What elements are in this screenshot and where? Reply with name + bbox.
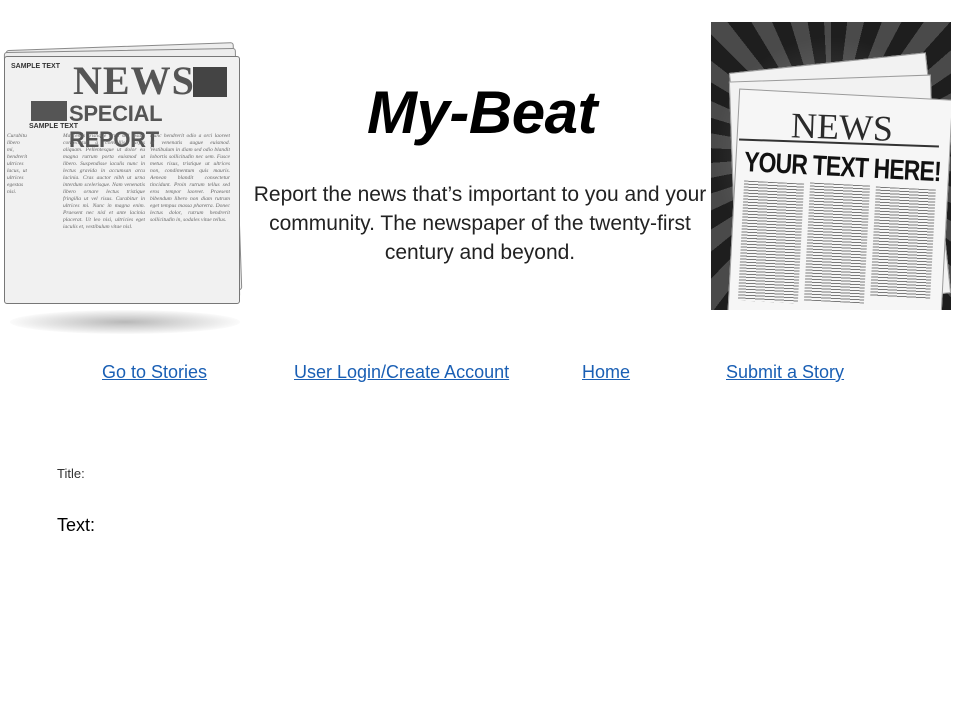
site-tagline: Report the news that’s important to you … [253,183,707,264]
nav-link-login-create-account[interactable]: User Login/Create Account [294,362,509,383]
article-text-block [737,180,805,304]
newspaper-headline-image: NEWS YOUR TEXT HERE! [711,22,951,310]
nav-link-home[interactable]: Home [582,362,630,383]
newspaper-special-report-image: SAMPLE TEXT NEWS SPECIAL REPORT SAMPLE T… [0,40,250,340]
masthead-block [193,67,227,97]
article-column-side: Curabitur libero mi, hendrerit ultrices … [7,133,27,195]
text-label: Text: [57,515,96,535]
article-column-1: Maecenas tristique urna sed ipsum consec… [63,133,145,230]
sample-text-label-2: SAMPLE TEXT [29,123,79,130]
news-masthead: NEWS [73,58,195,103]
article-text-block [803,182,871,304]
subhead-bar [31,101,67,121]
article-text-block [870,186,936,300]
paper-front-sheet: SAMPLE TEXT NEWS SPECIAL REPORT SAMPLE T… [4,56,240,304]
sample-text-label: SAMPLE TEXT [11,63,61,70]
title-label: Title: [57,466,85,481]
site-title: My-Beat [367,79,597,146]
article-column-2: Nunc hendrerit odio a orci laoreet id ve… [150,133,230,223]
nav-link-submit-story[interactable]: Submit a Story [726,362,844,383]
paper-shadow [10,310,240,334]
nav-link-go-to-stories[interactable]: Go to Stories [102,362,207,383]
